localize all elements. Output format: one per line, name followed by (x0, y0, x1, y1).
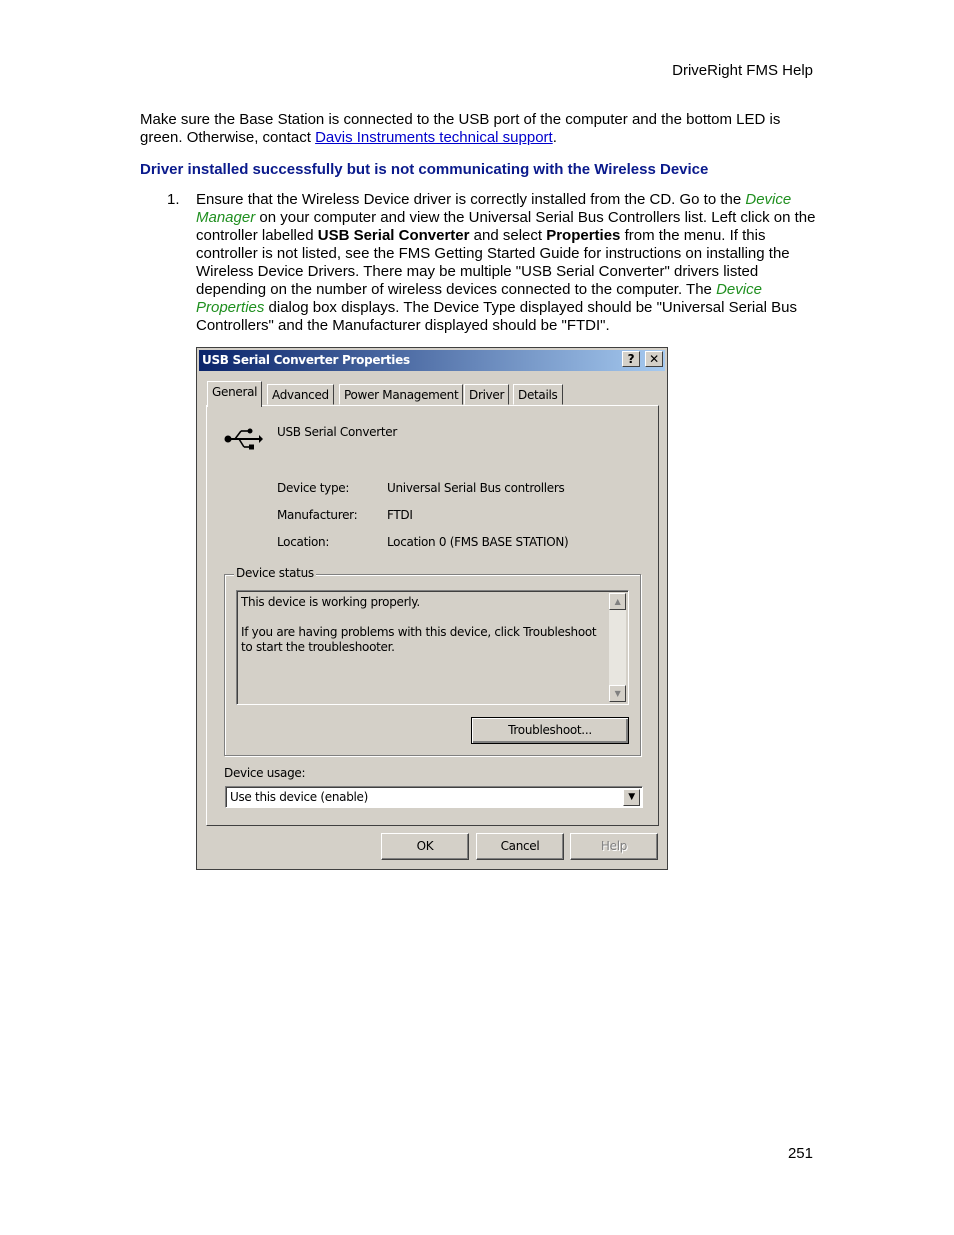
page-header: DriveRight FMS Help (672, 62, 813, 79)
section-subheading: Driver installed successfully but is not… (140, 161, 709, 178)
tab-general[interactable]: General (207, 381, 263, 407)
intro-paragraph: Make sure the Base Station is connected … (140, 111, 820, 147)
status-text: This device is working properly. If you … (241, 595, 601, 655)
scroll-up-icon[interactable]: ▲ (609, 593, 626, 610)
tab-power-management[interactable]: Power Management (339, 384, 464, 405)
device-usage-select[interactable]: Use this device (enable) ▼ (225, 786, 643, 808)
tab-advanced[interactable]: Advanced (267, 384, 334, 405)
device-name: USB Serial Converter (277, 425, 397, 439)
chevron-down-icon[interactable]: ▼ (623, 789, 640, 806)
help-title-button[interactable]: ? (622, 351, 640, 367)
status-scrollbar[interactable]: ▲ ▼ (609, 593, 626, 702)
device-usage-label: Device usage: (224, 766, 306, 780)
status-line-2: If you are having problems with this dev… (241, 625, 597, 654)
device-status-textbox[interactable]: This device is working properly. If you … (236, 590, 629, 705)
properties-dialog: USB Serial Converter Properties ? ✕ Gene… (196, 347, 668, 870)
usb-icon (224, 428, 263, 450)
device-type-label: Device type: (277, 481, 350, 495)
page-number: 251 (787, 1145, 813, 1162)
intro-text-end: . (552, 129, 557, 146)
scroll-down-icon[interactable]: ▼ (609, 685, 626, 702)
dialog-titlebar: USB Serial Converter Properties (199, 350, 665, 371)
device-status-legend: Device status (234, 566, 316, 580)
support-link[interactable]: Davis Instruments technical support (315, 129, 553, 146)
step-number: 1. (167, 191, 180, 208)
step-text-part: and select (469, 227, 547, 244)
step-text-part: dialog box displays. The Device Type dis… (196, 299, 797, 334)
location-value: Location 0 (FMS BASE STATION) (387, 535, 569, 549)
device-usage-value: Use this device (enable) (230, 790, 369, 804)
status-line-1: This device is working properly. (241, 595, 420, 609)
dialog-title: USB Serial Converter Properties (202, 353, 410, 367)
location-label: Location: (277, 535, 330, 549)
usb-serial-converter-term: USB Serial Converter (317, 227, 470, 244)
manufacturer-label: Manufacturer: (277, 508, 358, 522)
manufacturer-value: FTDI (387, 508, 413, 522)
close-button[interactable]: ✕ (645, 351, 663, 367)
step-text: Ensure that the Wireless Device driver i… (196, 191, 816, 335)
step-text-part: Ensure that the Wireless Device driver i… (196, 191, 746, 208)
tab-driver[interactable]: Driver (464, 384, 510, 405)
properties-term: Properties (546, 227, 621, 244)
tab-details[interactable]: Details (513, 384, 563, 405)
ok-button[interactable]: OK (381, 833, 469, 860)
troubleshoot-button[interactable]: Troubleshoot... (471, 717, 629, 744)
cancel-button[interactable]: Cancel (476, 833, 564, 860)
help-button: Help (570, 833, 658, 860)
device-type-value: Universal Serial Bus controllers (387, 481, 565, 495)
